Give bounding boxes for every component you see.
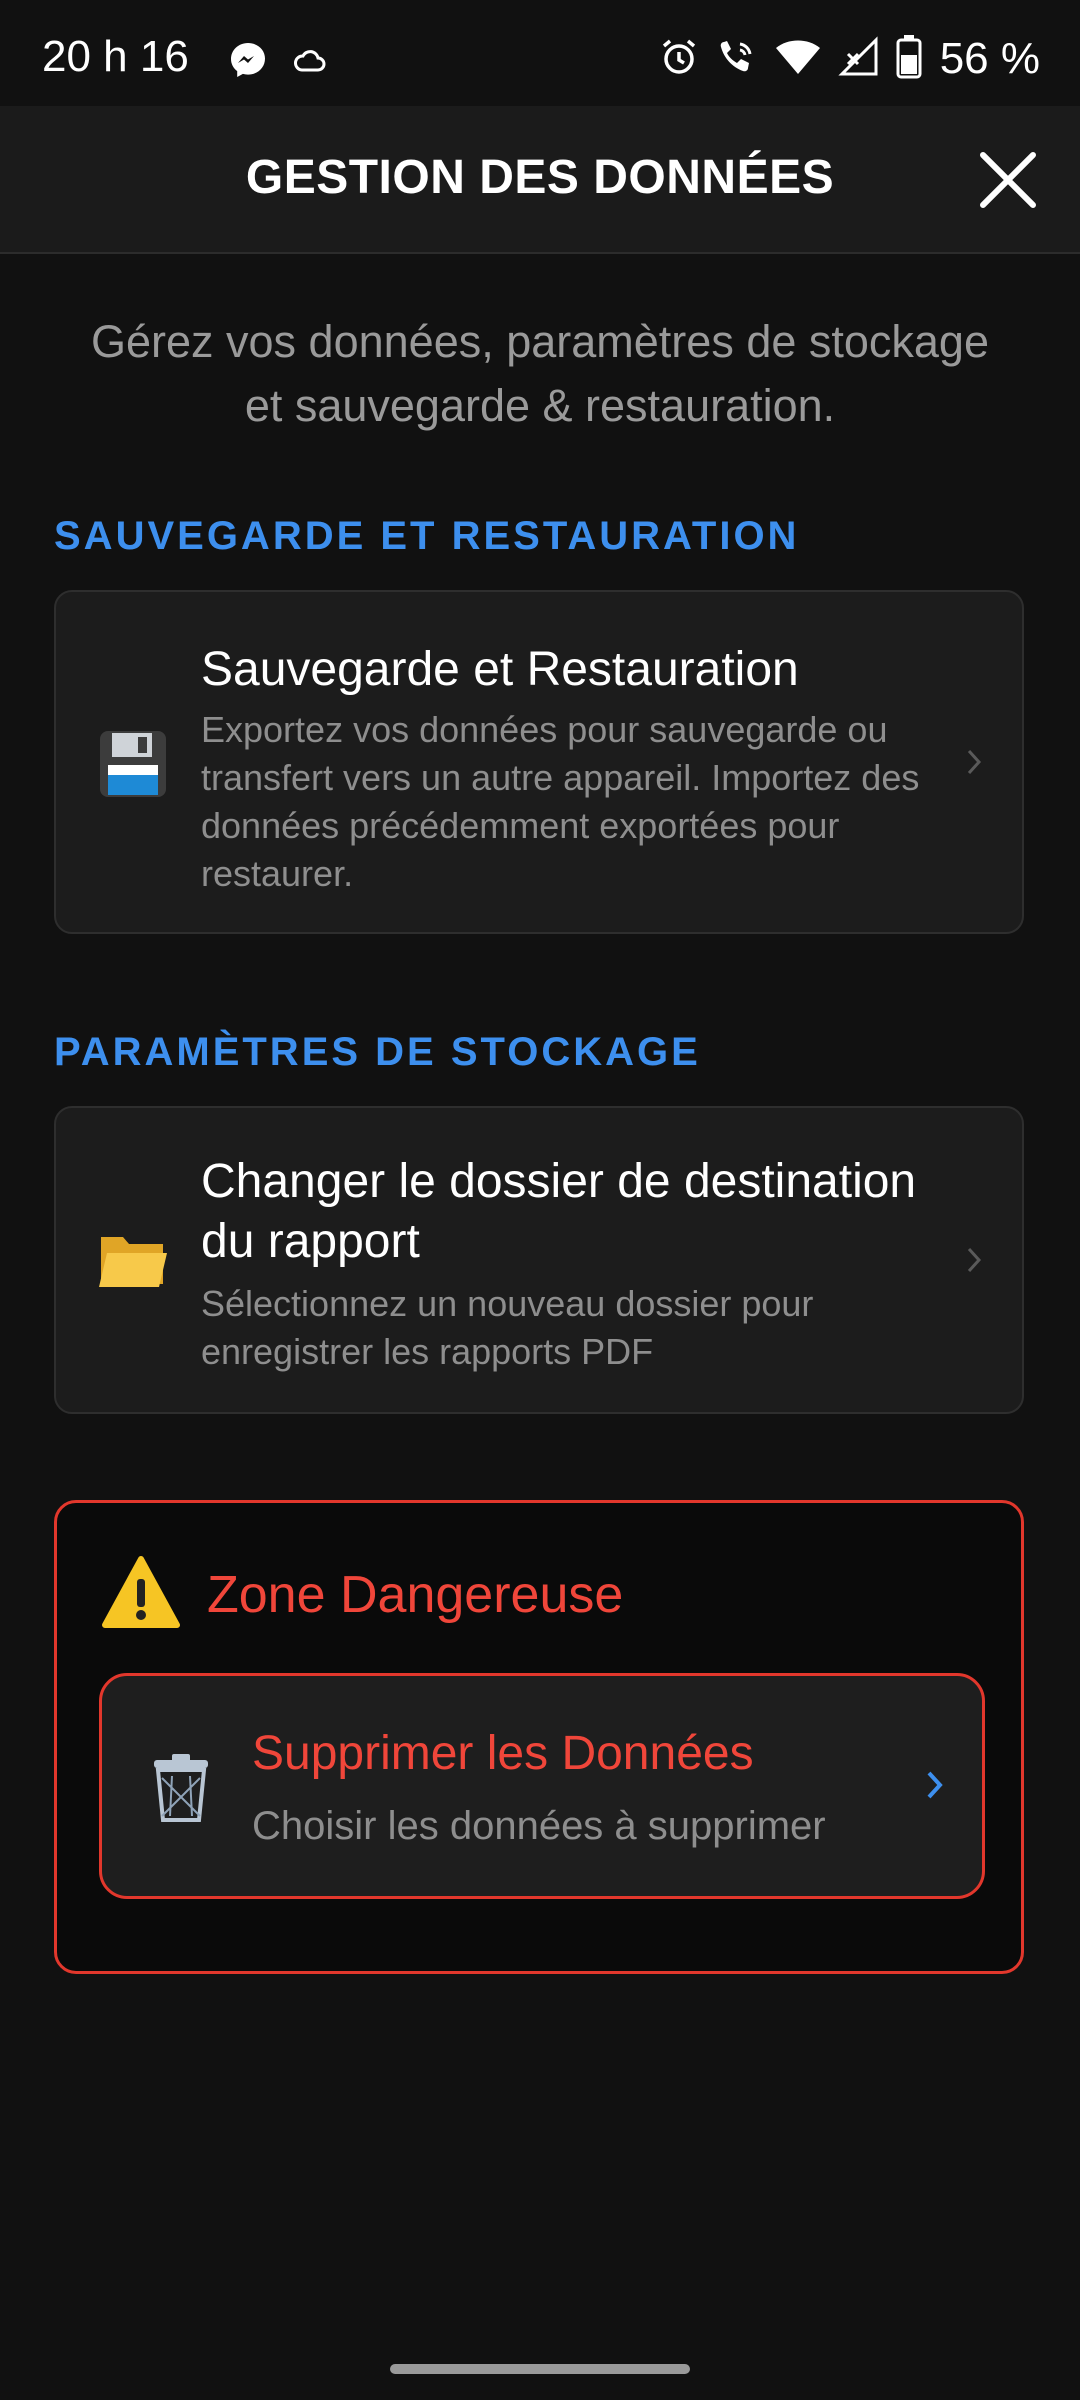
intro-text: Gérez vos données, paramètres de stockag… bbox=[90, 316, 989, 431]
delete-data-description: Choisir les données à supprimer bbox=[252, 1804, 826, 1848]
trash-icon bbox=[148, 1752, 214, 1829]
delete-data-title: Supprimer les Données bbox=[252, 1727, 754, 1780]
close-icon bbox=[980, 152, 1036, 208]
chevron-right-icon bbox=[926, 1768, 944, 1807]
messenger-icon bbox=[228, 40, 268, 85]
card-title: Changer le dossier de destination du rap… bbox=[201, 1155, 917, 1268]
folder-icon bbox=[96, 1224, 170, 1298]
status-system-icons: 56 % bbox=[658, 34, 1040, 84]
section-title-backup: SAUVEGARDE ET RESTAURATION bbox=[54, 514, 800, 558]
battery-icon bbox=[896, 34, 922, 84]
battery-percentage: 56 % bbox=[939, 34, 1040, 83]
floppy-disk-icon bbox=[96, 727, 170, 801]
app-header: GESTION DES DONNÉES bbox=[0, 106, 1080, 254]
alarm-icon bbox=[658, 36, 700, 83]
signal-icon bbox=[838, 35, 880, 83]
cloud-icon bbox=[290, 40, 330, 85]
card-description: Sélectionnez un nouveau dossier pour enr… bbox=[201, 1283, 814, 1372]
page-title: GESTION DES DONNÉES bbox=[245, 151, 835, 204]
warning-icon bbox=[101, 1555, 181, 1636]
danger-zone-title: Zone Dangereuse bbox=[207, 1566, 624, 1624]
danger-zone: Zone Dangereuse Supprimer les Données Ch… bbox=[54, 1500, 1024, 1974]
card-description: Exportez vos données pour sauvegarde ou … bbox=[201, 709, 920, 894]
backup-restore-card[interactable]: Sauvegarde et Restauration Exportez vos … bbox=[54, 590, 1024, 934]
status-bar: 20 h 16 56 % bbox=[0, 0, 1080, 106]
status-time: 20 h 16 bbox=[42, 32, 189, 81]
delete-data-button[interactable]: Supprimer les Données Choisir les donnée… bbox=[99, 1673, 985, 1899]
chevron-right-icon bbox=[962, 1240, 986, 1280]
close-button[interactable] bbox=[978, 150, 1038, 210]
card-title: Sauvegarde et Restauration bbox=[201, 643, 799, 696]
section-title-storage: PARAMÈTRES DE STOCKAGE bbox=[54, 1030, 701, 1074]
chevron-right-icon bbox=[962, 742, 986, 782]
status-notification-icons bbox=[228, 40, 330, 85]
wifi-call-icon bbox=[716, 36, 758, 83]
report-folder-card[interactable]: Changer le dossier de destination du rap… bbox=[54, 1106, 1024, 1414]
gesture-navigation-handle[interactable] bbox=[390, 2364, 690, 2374]
wifi-icon bbox=[774, 36, 822, 83]
